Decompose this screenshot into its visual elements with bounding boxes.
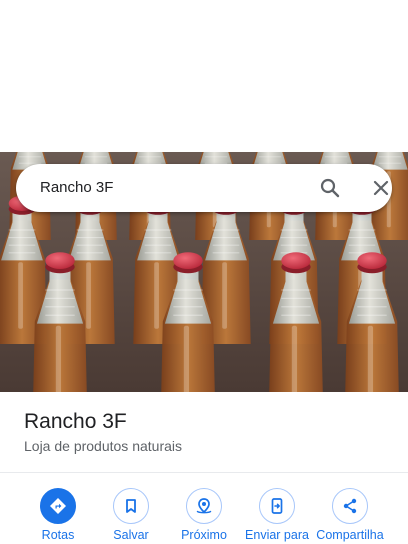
share-label: Compartilha — [316, 528, 384, 542]
directions-label: Rotas — [41, 528, 75, 542]
directions-button[interactable]: Rotas — [21, 488, 95, 544]
send-to-phone-label: Enviar para — [245, 528, 309, 542]
nearby-icon — [186, 488, 222, 524]
save-button[interactable]: Salvar — [94, 488, 168, 544]
share-icon — [332, 488, 368, 524]
divider — [0, 472, 408, 473]
place-title: Rancho 3F — [24, 410, 127, 433]
search-input[interactable]: Rancho 3F — [40, 179, 113, 196]
directions-icon — [40, 488, 76, 524]
share-button[interactable]: Compartilha — [313, 488, 387, 544]
search-icon[interactable] — [318, 176, 342, 200]
nearby-button[interactable]: Próximo — [167, 488, 241, 544]
nearby-label: Próximo — [181, 528, 227, 542]
map-app: Rancho 3F Rancho 3F Loja de produtos nat… — [0, 0, 408, 544]
close-icon[interactable] — [369, 176, 393, 200]
bookmark-icon — [113, 488, 149, 524]
save-label: Salvar — [113, 528, 149, 542]
search-bar[interactable]: Rancho 3F — [16, 164, 392, 212]
place-sheet: Rancho 3F Loja de produtos naturais Rota… — [0, 392, 408, 544]
send-to-phone-button[interactable]: Enviar para — [240, 488, 314, 544]
send-to-phone-icon — [259, 488, 295, 524]
place-category: Loja de produtos naturais — [24, 438, 182, 454]
